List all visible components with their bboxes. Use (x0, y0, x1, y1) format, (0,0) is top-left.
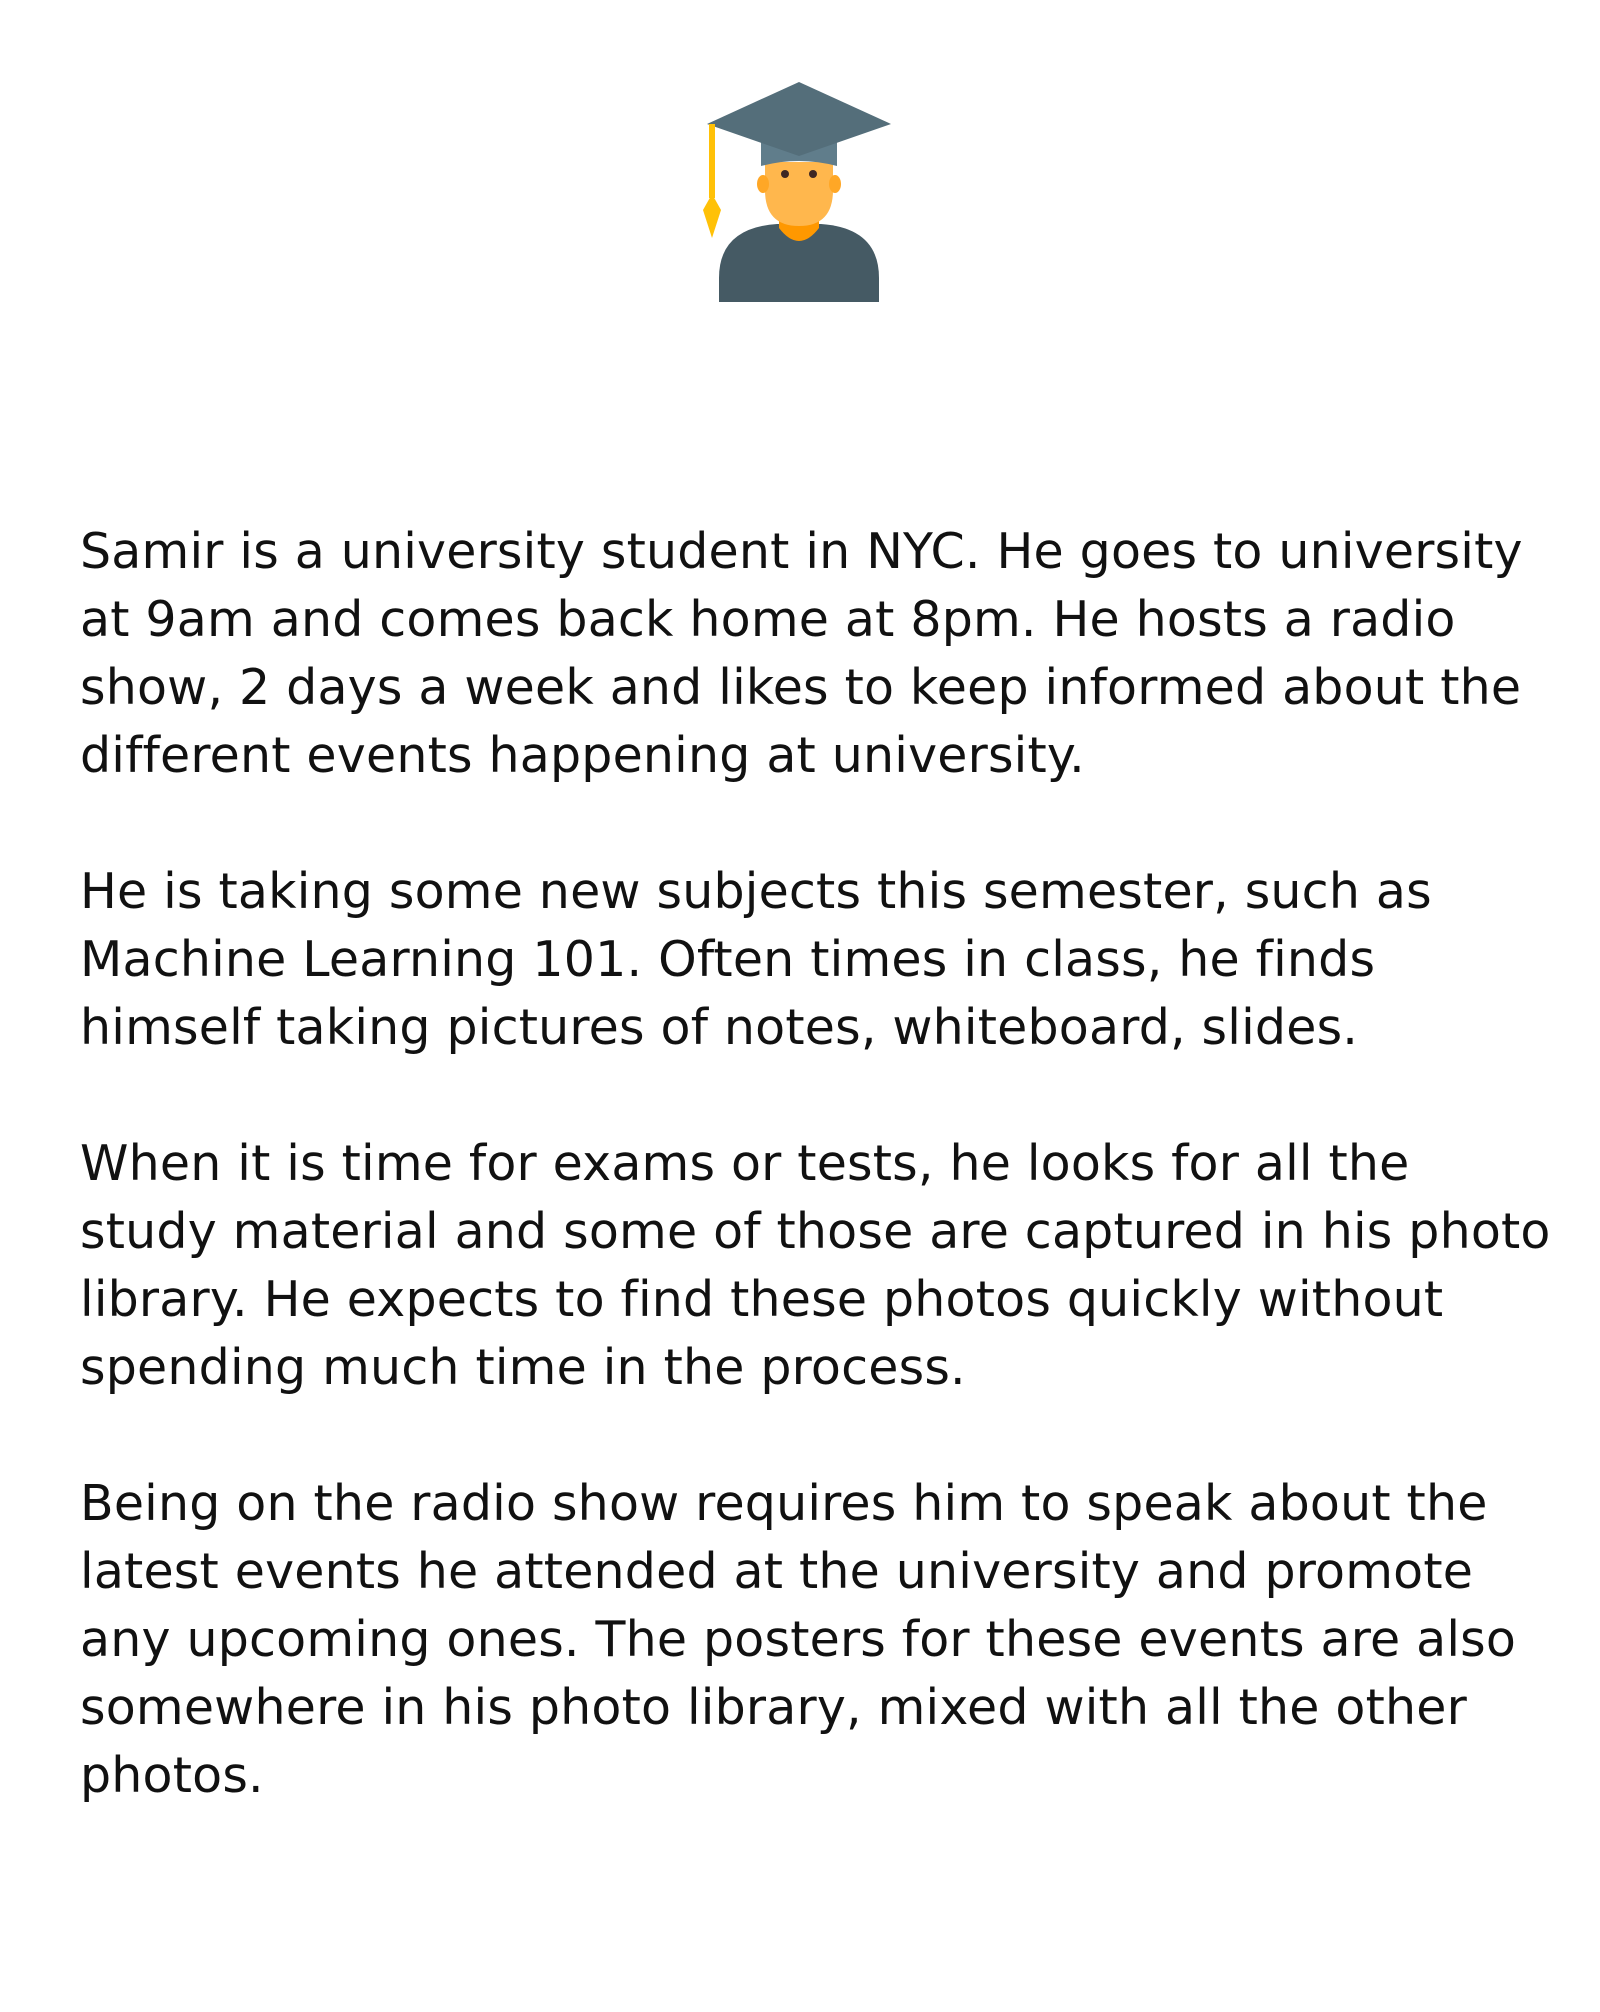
paragraph-exams: When it is time for exams or tests, he l… (80, 1135, 1551, 1396)
graduate-student-icon (703, 82, 891, 302)
paragraph-subjects: He is taking some new subjects this seme… (80, 863, 1432, 1056)
avatar-container (0, 78, 1600, 308)
paragraph-radio-show: Being on the radio show requires him to … (80, 1475, 1517, 1804)
paragraph-intro: Samir is a university student in NYC. He… (80, 523, 1523, 784)
story-text: Samir is a university student in NYC. He… (80, 518, 1560, 1810)
